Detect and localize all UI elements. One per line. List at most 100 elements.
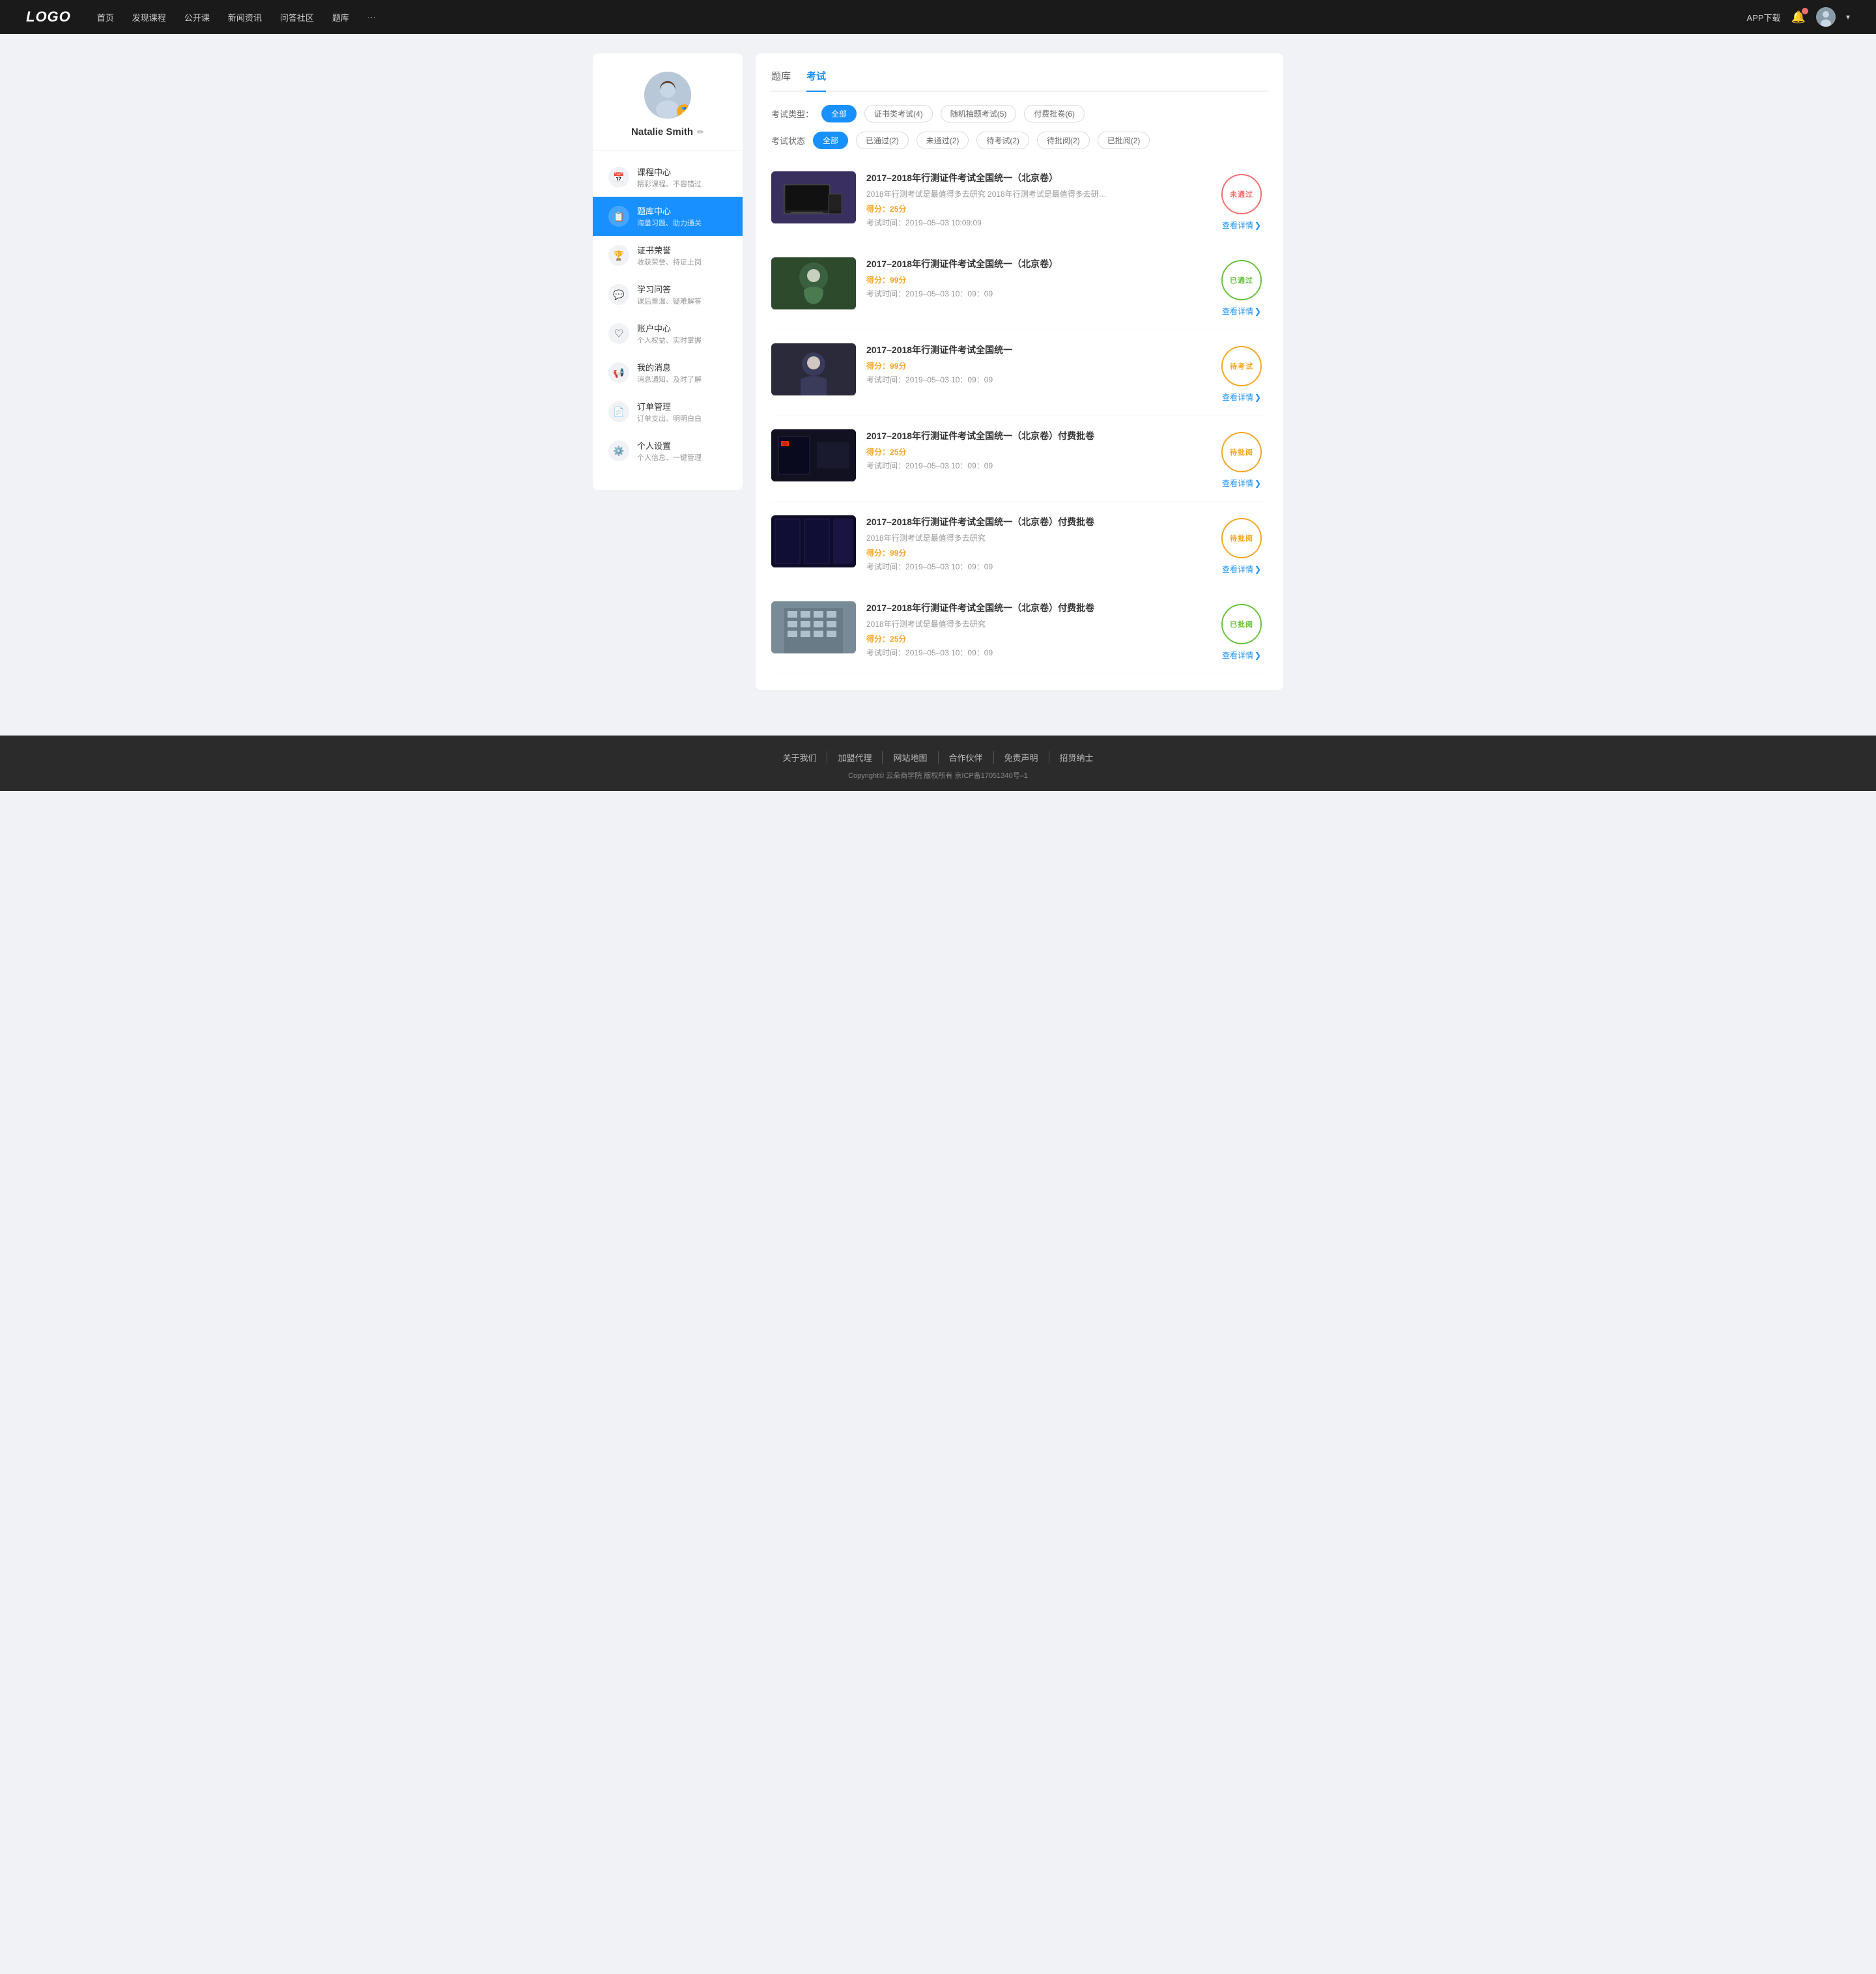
thumb-svg: [771, 343, 856, 395]
filter-status-reviewed[interactable]: 已批阅(2): [1098, 132, 1150, 149]
exam-item: 2017–2018年行测证件考试全国统一 得分：99分 考试时间：2019–05…: [771, 330, 1268, 416]
tab-exam[interactable]: 考试: [806, 69, 826, 92]
sidebar-item-subtitle: 订单支出、明明白白: [637, 413, 702, 423]
exam-score: 得分：99分: [866, 360, 1205, 371]
logo[interactable]: LOGO: [26, 8, 71, 25]
footer-link-partner[interactable]: 合作伙伴: [939, 751, 994, 764]
nav-more[interactable]: ···: [367, 12, 376, 22]
exam-desc: 2018年行测考试是最值得多去研究: [866, 618, 1114, 629]
sidebar-menu: 📅 课程中心 精彩课程、不容错过 📋 题库中心 海量习题、助力通关 🏆 证书荣誉…: [593, 151, 743, 477]
filter-status-passed[interactable]: 已通过(2): [856, 132, 909, 149]
user-badge: 🏅: [677, 104, 691, 119]
filter-status-all[interactable]: 全部: [813, 132, 848, 149]
filter-type-all[interactable]: 全部: [821, 105, 857, 122]
notification-badge: [1802, 8, 1808, 14]
user-avatar[interactable]: [1816, 7, 1836, 27]
sidebar-item-certificate[interactable]: 🏆 证书荣誉 收获荣誉、持证上岗: [593, 236, 743, 275]
sidebar-item-account[interactable]: ♡ 账户中心 个人权益、实时掌握: [593, 314, 743, 353]
nav-discover[interactable]: 发现课程: [132, 11, 166, 23]
exam-info: 2017–2018年行测证件考试全国统一（北京卷） 得分：99分 考试时间：20…: [866, 257, 1205, 299]
footer-copyright: Copyright© 云朵商学院 版权所有 京ICP备17051340号–1: [0, 770, 1876, 780]
nav-home[interactable]: 首页: [97, 11, 114, 23]
exam-time: 考试时间：2019–05–03 10：09：09: [866, 374, 1205, 385]
sidebar-item-orders[interactable]: 📄 订单管理 订单支出、明明白白: [593, 392, 743, 431]
filter-status-label: 考试状态: [771, 134, 805, 147]
content-tabs: 题库 考试: [771, 69, 1268, 92]
exam-time: 考试时间：2019–05–03 10：09：09: [866, 288, 1205, 299]
filter-status-failed[interactable]: 未通过(2): [917, 132, 969, 149]
footer-link-about[interactable]: 关于我们: [772, 751, 827, 764]
exam-thumbnail: [771, 601, 856, 653]
sidebar-item-course-center[interactable]: 📅 课程中心 精彩课程、不容错过: [593, 158, 743, 197]
exam-score: 得分：99分: [866, 274, 1205, 285]
filter-type-certificate[interactable]: 证书类考试(4): [864, 105, 933, 122]
sidebar-item-qa[interactable]: 💬 学习问答 课后重温、疑难解答: [593, 275, 743, 314]
thumb-svg: [771, 429, 856, 481]
sidebar-item-text: 证书荣誉 收获荣誉、持证上岗: [637, 244, 702, 267]
filter-type-random[interactable]: 随机抽题考试(5): [941, 105, 1017, 122]
exam-desc: 2018年行测考试是最值得多去研究: [866, 532, 1114, 543]
nav-open-course[interactable]: 公开课: [184, 11, 210, 23]
sidebar-name-row: Natalie Smith ✏: [631, 126, 704, 137]
exam-badge-pending2: 待批阅: [1221, 432, 1262, 472]
filter-type-label: 考试类型：: [771, 107, 814, 120]
exam-status: 已通过 查看详情❯: [1215, 257, 1268, 317]
navbar-right: APP下载 🔔 ▾: [1747, 7, 1850, 27]
edit-profile-icon[interactable]: ✏: [697, 127, 704, 137]
nav-qa[interactable]: 问答社区: [280, 11, 314, 23]
certificate-icon: 🏆: [608, 245, 629, 266]
sidebar-username: Natalie Smith: [631, 126, 693, 137]
sidebar-item-messages[interactable]: 📢 我的消息 消息通知、及时了解: [593, 353, 743, 392]
sidebar-item-text: 我的消息 消息通知、及时了解: [637, 361, 702, 384]
footer-link-agent[interactable]: 加盟代理: [827, 751, 883, 764]
sidebar-item-settings[interactable]: ⚙️ 个人设置 个人信息、一键管理: [593, 431, 743, 470]
exam-score: 得分：25分: [866, 633, 1205, 644]
nav-news[interactable]: 新闻资讯: [228, 11, 262, 23]
sidebar-avatar: 🏅: [644, 72, 691, 119]
sidebar-item-subtitle: 海量习题、助力通关: [637, 218, 702, 228]
exam-list: 2017–2018年行测证件考试全国统一（北京卷） 2018年行测考试是最值得多…: [771, 158, 1268, 674]
footer: 关于我们 加盟代理 网站地图 合作伙伴 免责声明 招贤纳士 Copyright©…: [0, 736, 1876, 791]
exam-detail-link[interactable]: 查看详情❯: [1222, 564, 1261, 575]
sidebar-item-subtitle: 收获荣誉、持证上岗: [637, 257, 702, 267]
exam-title: 2017–2018年行测证件考试全国统一: [866, 343, 1205, 356]
user-menu-chevron[interactable]: ▾: [1846, 12, 1850, 21]
footer-link-recruit[interactable]: 招贤纳士: [1049, 751, 1104, 764]
thumb-svg: [771, 515, 856, 567]
nav-question-bank[interactable]: 题库: [332, 11, 349, 23]
filter-type-paid[interactable]: 付费批卷(6): [1024, 105, 1085, 122]
tab-question-bank[interactable]: 题库: [771, 69, 791, 92]
sidebar-item-question-bank[interactable]: 📋 题库中心 海量习题、助力通关: [593, 197, 743, 236]
exam-title: 2017–2018年行测证件考试全国统一（北京卷）付费批卷: [866, 515, 1205, 528]
exam-detail-link[interactable]: 查看详情❯: [1222, 392, 1261, 403]
sidebar-item-text: 个人设置 个人信息、一键管理: [637, 439, 702, 463]
exam-detail-link[interactable]: 查看详情❯: [1222, 478, 1261, 489]
filter-status-pending-review[interactable]: 待批阅(2): [1037, 132, 1090, 149]
sidebar-item-title: 账户中心: [637, 322, 702, 334]
exam-item: 2017–2018年行测证件考试全国统一（北京卷）付费批卷 2018年行测考试是…: [771, 588, 1268, 674]
footer-link-disclaimer[interactable]: 免责声明: [994, 751, 1049, 764]
filter-type-row: 考试类型： 全部 证书类考试(4) 随机抽题考试(5) 付费批卷(6): [771, 105, 1268, 122]
exam-item: 2017–2018年行测证件考试全国统一（北京卷） 得分：99分 考试时间：20…: [771, 244, 1268, 330]
exam-badge-pending: 待考试: [1221, 346, 1262, 386]
sidebar-item-text: 订单管理 订单支出、明明白白: [637, 400, 702, 423]
exam-detail-link[interactable]: 查看详情❯: [1222, 220, 1261, 231]
notification-bell[interactable]: 🔔: [1791, 10, 1806, 24]
filter-status-pending-exam[interactable]: 待考试(2): [976, 132, 1029, 149]
exam-badge-passed: 已通过: [1221, 260, 1262, 300]
qa-icon: 💬: [608, 284, 629, 305]
app-download-link[interactable]: APP下载: [1747, 11, 1781, 23]
exam-info: 2017–2018年行测证件考试全国统一 得分：99分 考试时间：2019–05…: [866, 343, 1205, 385]
exam-item: 2017–2018年行测证件考试全国统一（北京卷）付费批卷 得分：25分 考试时…: [771, 416, 1268, 502]
exam-detail-link[interactable]: 查看详情❯: [1222, 650, 1261, 661]
footer-link-sitemap[interactable]: 网站地图: [883, 751, 938, 764]
exam-status: 待批阅 查看详情❯: [1215, 515, 1268, 575]
exam-score: 得分：25分: [866, 203, 1205, 214]
footer-links: 关于我们 加盟代理 网站地图 合作伙伴 免责声明 招贤纳士: [0, 751, 1876, 764]
exam-status: 待考试 查看详情❯: [1215, 343, 1268, 403]
sidebar-item-text: 题库中心 海量习题、助力通关: [637, 205, 702, 228]
exam-title: 2017–2018年行测证件考试全国统一（北京卷）付费批卷: [866, 429, 1205, 442]
exam-detail-link[interactable]: 查看详情❯: [1222, 306, 1261, 317]
sidebar-item-subtitle: 消息通知、及时了解: [637, 374, 702, 384]
sidebar-item-text: 课程中心 精彩课程、不容错过: [637, 165, 702, 189]
